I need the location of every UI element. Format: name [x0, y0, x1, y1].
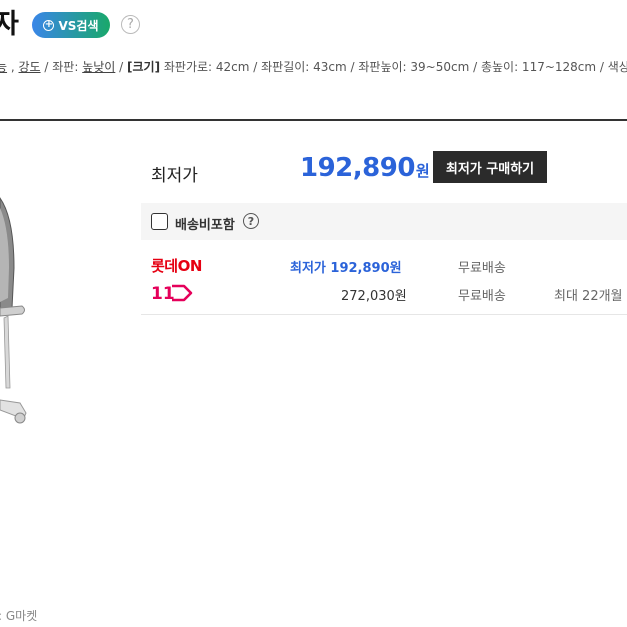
vs-search-button[interactable]: + VS검색	[32, 12, 110, 38]
seller-shipping: 무료배송	[458, 261, 506, 276]
product-specs: 능 , 강도 / 좌판: 높낮이 / [크기] 좌판가로: 42cm / 좌판길…	[0, 59, 627, 75]
lowest-price-label: 최저가	[151, 166, 198, 186]
11st-logo-text: 11	[151, 284, 175, 303]
seller-price[interactable]: 272,030원	[341, 285, 407, 304]
section-divider	[0, 119, 627, 121]
spec-size-details: 좌판가로: 42cm / 좌판길이: 43cm / 좌판높이: 39~50cm …	[160, 60, 627, 74]
seller-list-divider	[141, 314, 627, 315]
seller-shipping: 무료배송	[458, 289, 506, 304]
spec-link[interactable]: 능	[0, 60, 7, 74]
11st-logo[interactable]: 11	[151, 283, 193, 303]
image-source-caption: : G마켓	[0, 609, 38, 623]
product-title: 자	[0, 9, 19, 40]
help-icon[interactable]: ?	[121, 15, 140, 34]
spec-link-strength[interactable]: 강도	[19, 60, 41, 74]
product-image[interactable]	[0, 178, 40, 438]
buy-lowest-button[interactable]: 최저가 구매하기	[433, 151, 547, 183]
vs-search-label: VS검색	[58, 18, 99, 33]
seller-price[interactable]: 최저가 192,890원	[290, 257, 402, 276]
lotte-on-logo[interactable]: 롯데ON	[151, 255, 202, 276]
seller-installment: 최대 22개월	[554, 289, 623, 304]
include-shipping-checkbox[interactable]	[151, 213, 168, 230]
shipping-help-icon[interactable]: ?	[243, 213, 259, 229]
include-shipping-label[interactable]: 배송비포함	[175, 214, 235, 233]
spec-size-heading: [크기]	[127, 60, 161, 74]
lowest-price-value: 192,890원	[300, 153, 430, 183]
spec-link-height-adjust[interactable]: 높낮이	[82, 60, 115, 74]
plus-circle-icon: +	[43, 19, 55, 31]
